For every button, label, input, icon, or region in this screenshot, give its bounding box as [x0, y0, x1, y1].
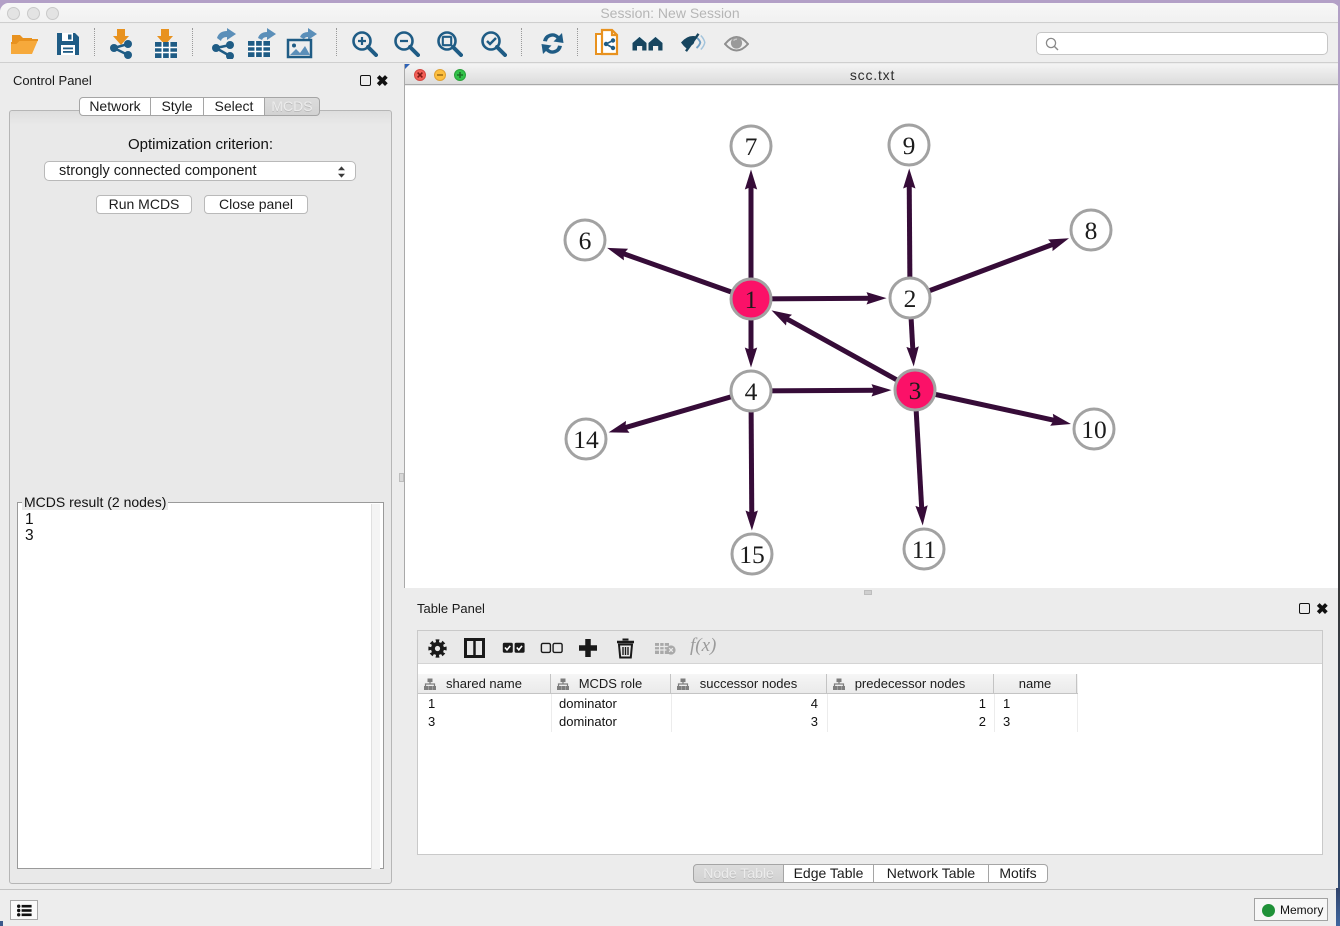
svg-text:7: 7: [745, 132, 758, 161]
svg-text:11: 11: [912, 535, 937, 564]
svg-text:2: 2: [904, 284, 917, 313]
svg-text:8: 8: [1085, 216, 1098, 245]
svg-text:4: 4: [745, 377, 758, 406]
svg-text:9: 9: [903, 131, 916, 160]
svg-text:14: 14: [573, 425, 599, 454]
svg-text:6: 6: [579, 226, 592, 255]
svg-text:1: 1: [745, 285, 758, 314]
svg-text:15: 15: [739, 540, 765, 569]
svg-text:10: 10: [1081, 415, 1107, 444]
svg-text:3: 3: [909, 376, 922, 405]
